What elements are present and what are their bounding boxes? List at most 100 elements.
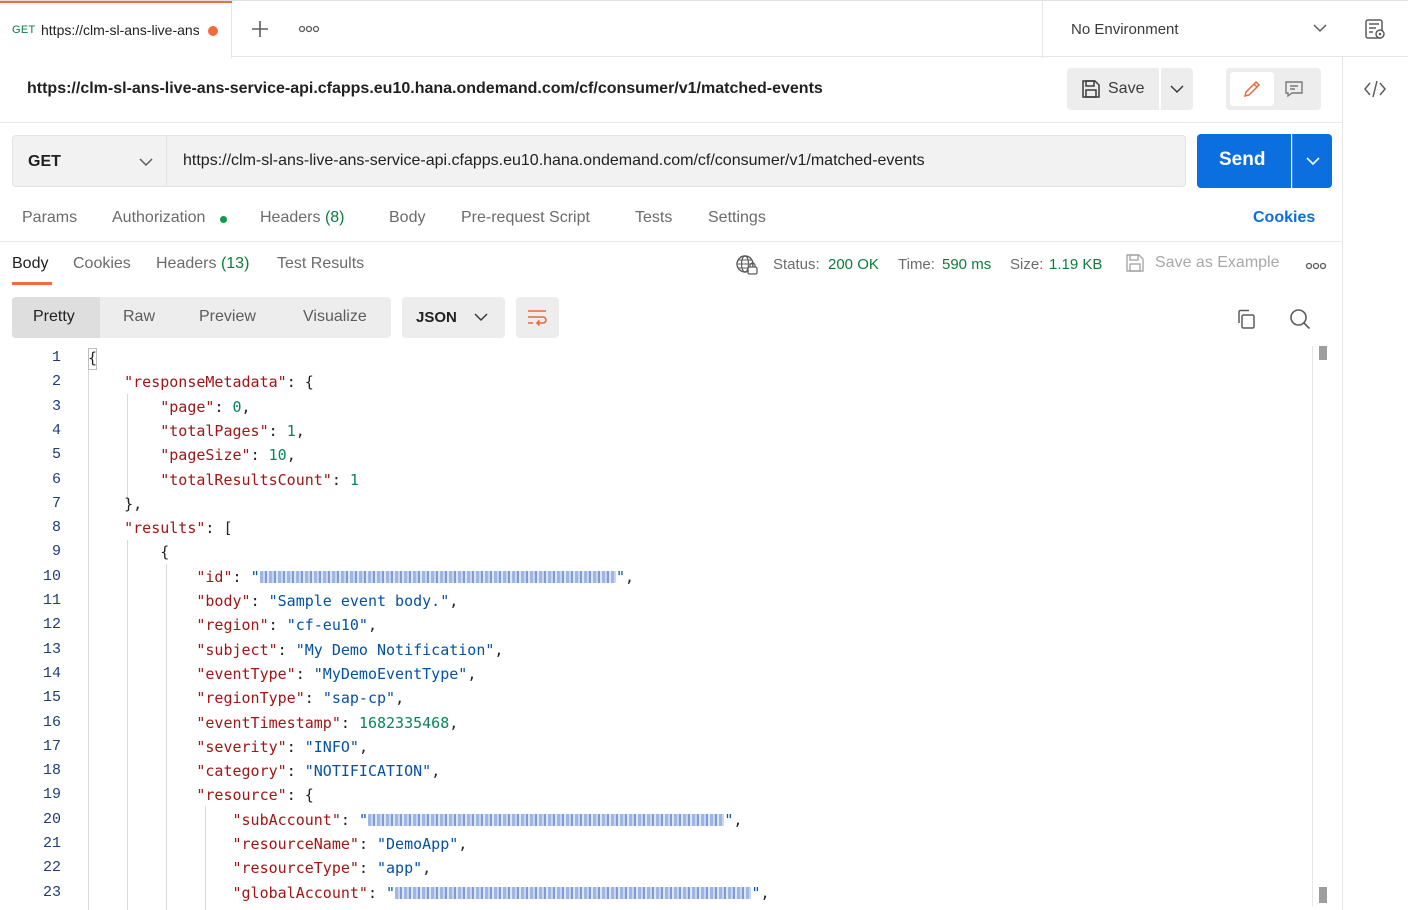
unsaved-indicator [208, 26, 218, 36]
line-number: 11 [42, 592, 61, 609]
chevron-down-icon [474, 313, 488, 322]
json-number: 1682335468 [358, 713, 450, 732]
line-number: 16 [42, 713, 61, 731]
save-label: Save [1108, 80, 1145, 97]
save-options-button[interactable] [1161, 68, 1193, 110]
format-select[interactable]: JSON [402, 297, 505, 338]
json-string: " [386, 883, 396, 902]
json-key: "totalResultsCount" [160, 470, 332, 489]
line-number: 5 [51, 446, 61, 464]
json-punctuation: : [268, 421, 287, 440]
json-string: " [250, 567, 260, 586]
chevron-down-icon [1313, 24, 1327, 33]
view-preview-button[interactable]: Preview [199, 308, 256, 326]
json-punctuation: , [422, 859, 432, 878]
view-pretty-button[interactable]: Pretty [12, 297, 100, 338]
json-string: "app" [377, 859, 423, 878]
json-string: " [358, 810, 368, 829]
json-key: "eventTimestamp" [196, 713, 341, 732]
json-key: "responseMetadata" [124, 373, 287, 392]
response-tab-headers[interactable]: Headers (13) [156, 255, 249, 273]
method-label: GET [28, 153, 61, 170]
tab-bar: GET https://clm-sl-ans-live-ans-service-… [0, 0, 1408, 58]
json-punctuation: : { [286, 786, 314, 805]
view-visualize-button[interactable]: Visualize [303, 308, 367, 326]
environment-label: No Environment [1071, 21, 1179, 38]
tab-pre-request-script[interactable]: Pre-request Script [461, 209, 590, 227]
code-line: "globalAccount": " ", [88, 884, 770, 902]
more-tabs-icon[interactable] [298, 23, 320, 35]
response-tab-body[interactable]: Body [12, 255, 48, 273]
json-punctuation [88, 786, 196, 804]
comment-icon[interactable] [1284, 80, 1304, 98]
environment-select[interactable]: No Environment [1042, 1, 1343, 58]
tab-headers[interactable]: Headers (8) [260, 209, 345, 227]
new-tab-plus-icon[interactable] [248, 17, 272, 41]
json-string: "INFO" [304, 737, 359, 756]
copy-icon[interactable] [1235, 308, 1257, 330]
tab-url: https://clm-sl-ans-live-ans-service-api.… [41, 22, 199, 38]
json-punctuation [88, 811, 233, 829]
status-value[interactable]: 200 OK [828, 256, 879, 273]
tab-tests[interactable]: Tests [635, 209, 672, 227]
request-title[interactable]: https://clm-sl-ans-live-ans-service-api.… [27, 80, 823, 98]
tab-body[interactable]: Body [389, 209, 425, 227]
json-key: "subject" [196, 640, 278, 659]
redacted-value [259, 571, 616, 584]
code-line: "region": "cf-eu10", [88, 616, 377, 634]
tab-params[interactable]: Params [22, 209, 77, 227]
tab-settings[interactable]: Settings [708, 209, 766, 227]
json-punctuation: : [277, 640, 296, 659]
request-tab[interactable]: GET https://clm-sl-ans-live-ans-service-… [0, 1, 232, 58]
response-body-editor[interactable]: 1{2 "responseMetadata": {3 "page": 0, 4 "… [0, 346, 1342, 910]
search-icon[interactable] [1289, 308, 1311, 330]
code-line: "results": [ [88, 519, 232, 538]
wrap-lines-button[interactable] [516, 297, 559, 338]
save-as-example-button[interactable]: Save as Example [1155, 254, 1280, 272]
url-input[interactable] [167, 135, 1186, 187]
view-raw-button[interactable]: Raw [123, 308, 155, 326]
json-string: "My Demo Notification" [295, 640, 495, 659]
response-tab-cookies[interactable]: Cookies [73, 255, 131, 273]
json-punctuation: : [268, 616, 287, 635]
line-number: 12 [42, 616, 61, 634]
json-punctuation: : [295, 664, 314, 683]
scrollbar-thumb[interactable] [1319, 346, 1327, 360]
size-label: Size: [1010, 256, 1044, 273]
json-punctuation: , [295, 421, 305, 440]
json-punctuation [88, 519, 124, 537]
pencil-icon [1243, 80, 1261, 98]
more-options-icon[interactable] [1305, 260, 1327, 272]
vertical-scrollbar-track[interactable] [1312, 346, 1313, 906]
json-punctuation: , [241, 397, 251, 416]
response-headers-count: (13) [220, 255, 250, 272]
save-button[interactable]: Save [1067, 68, 1159, 110]
line-number: 17 [42, 737, 61, 755]
save-example-icon [1126, 254, 1144, 272]
size-value[interactable]: 1.19 KB [1049, 256, 1102, 273]
redacted-value [367, 814, 725, 827]
send-options-button[interactable] [1292, 134, 1332, 188]
redacted-value [395, 887, 752, 900]
edit-mode-button[interactable] [1230, 72, 1274, 106]
cookies-link[interactable]: Cookies [1253, 209, 1315, 227]
code-line: "totalResultsCount": 1 [88, 471, 359, 489]
code-snippet-icon[interactable] [1363, 79, 1387, 99]
send-button[interactable]: Send [1197, 134, 1291, 188]
active-tab-indicator [12, 282, 52, 285]
json-number: 1 [286, 421, 296, 440]
json-key: "results" [124, 519, 206, 538]
wrap-lines-icon [528, 310, 547, 327]
time-value[interactable]: 590 ms [942, 256, 991, 273]
environment-quick-look-icon[interactable] [1364, 18, 1386, 40]
response-tab-test-results[interactable]: Test Results [277, 255, 364, 273]
line-number: 19 [42, 786, 61, 804]
tab-authorization[interactable]: Authorization [112, 209, 205, 227]
line-number: 8 [51, 519, 61, 537]
json-punctuation: , [367, 616, 377, 635]
json-string: "NOTIFICATION" [304, 762, 432, 781]
method-select[interactable]: GET [12, 135, 167, 187]
json-punctuation: , [458, 835, 468, 853]
network-globe-icon[interactable] [735, 254, 759, 276]
tab-method: GET [12, 24, 36, 36]
